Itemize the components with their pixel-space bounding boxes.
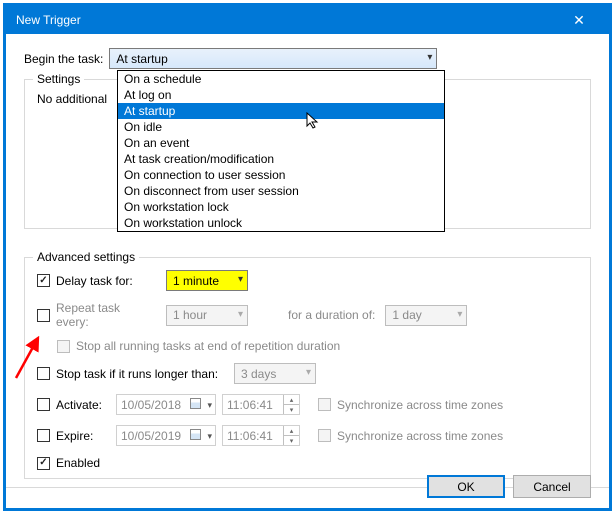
begin-task-dropdown[interactable]: On a scheduleAt log onAt startupOn idleO… [117,70,445,232]
dropdown-option[interactable]: At task creation/modification [118,151,444,167]
activate-time: 11:06:41 ▴▾ [222,394,300,415]
stoplong-label: Stop task if it runs longer than: [56,367,224,381]
expire-sync-checkbox [318,429,331,442]
repeat-label: Repeat task every: [56,301,156,329]
stoplong-combo: 3 days ▾ [234,363,316,384]
close-icon[interactable]: ✕ [559,12,599,29]
settings-legend: Settings [33,72,84,86]
ok-button[interactable]: OK [427,475,505,498]
delay-value: 1 minute [173,274,219,288]
chevron-down-icon: ▾ [207,431,212,442]
repeat-combo: 1 hour ▾ [166,305,248,326]
expire-label: Expire: [56,429,106,443]
enabled-checkbox[interactable] [37,457,50,470]
chevron-down-icon: ▾ [306,367,311,378]
advanced-legend: Advanced settings [33,250,139,264]
stoplong-value: 3 days [241,367,276,381]
dropdown-option[interactable]: At startup [118,103,444,119]
dropdown-option[interactable]: On workstation unlock [118,215,444,231]
calendar-icon [190,429,201,440]
repeat-checkbox[interactable] [37,309,50,322]
repeat-stop-label: Stop all running tasks at end of repetit… [76,339,340,353]
repeat-stop-checkbox [57,340,70,353]
delay-label: Delay task for: [56,274,156,288]
dropdown-option[interactable]: On workstation lock [118,199,444,215]
expire-time-value: 11:06:41 [227,429,273,443]
enabled-label: Enabled [56,456,100,470]
spinner-icon: ▴▾ [283,395,299,414]
begin-task-combo[interactable]: At startup ▾ [109,48,437,69]
titlebar[interactable]: New Trigger ✕ [6,6,609,34]
repeat-value: 1 hour [173,308,207,322]
expire-sync-label: Synchronize across time zones [337,429,503,443]
activate-checkbox[interactable] [37,398,50,411]
delay-combo[interactable]: 1 minute ▾ [166,270,248,291]
chevron-down-icon: ▾ [427,52,432,63]
dropdown-option[interactable]: On disconnect from user session [118,183,444,199]
chevron-down-icon: ▾ [238,274,243,285]
activate-date-value: 10/05/2018 [121,398,181,412]
repeat-duration-combo: 1 day ▾ [385,305,467,326]
dropdown-option[interactable]: On a schedule [118,71,444,87]
activate-label: Activate: [56,398,106,412]
expire-date-value: 10/05/2019 [121,429,181,443]
activate-sync-checkbox [318,398,331,411]
expire-time: 11:06:41 ▴▾ [222,425,300,446]
dropdown-option[interactable]: On connection to user session [118,167,444,183]
chevron-down-icon: ▾ [238,309,243,320]
activate-date: 10/05/2018 ▾ [116,394,216,415]
window-title: New Trigger [16,13,559,27]
repeat-duration-label: for a duration of: [288,308,375,322]
delay-checkbox[interactable] [37,274,50,287]
chevron-down-icon: ▾ [457,309,462,320]
cancel-button[interactable]: Cancel [513,475,591,498]
expire-checkbox[interactable] [37,429,50,442]
repeat-duration-value: 1 day [392,308,421,322]
begin-task-label: Begin the task: [24,52,103,66]
activate-time-value: 11:06:41 [227,398,273,412]
dropdown-option[interactable]: At log on [118,87,444,103]
spinner-icon: ▴▾ [283,426,299,445]
dropdown-option[interactable]: On idle [118,119,444,135]
calendar-icon [190,398,201,409]
expire-date: 10/05/2019 ▾ [116,425,216,446]
advanced-group: Advanced settings Delay task for: 1 minu… [24,257,591,479]
activate-sync-label: Synchronize across time zones [337,398,503,412]
stoplong-checkbox[interactable] [37,367,50,380]
begin-task-value: At startup [116,52,167,66]
chevron-down-icon: ▾ [207,400,212,411]
dropdown-option[interactable]: On an event [118,135,444,151]
